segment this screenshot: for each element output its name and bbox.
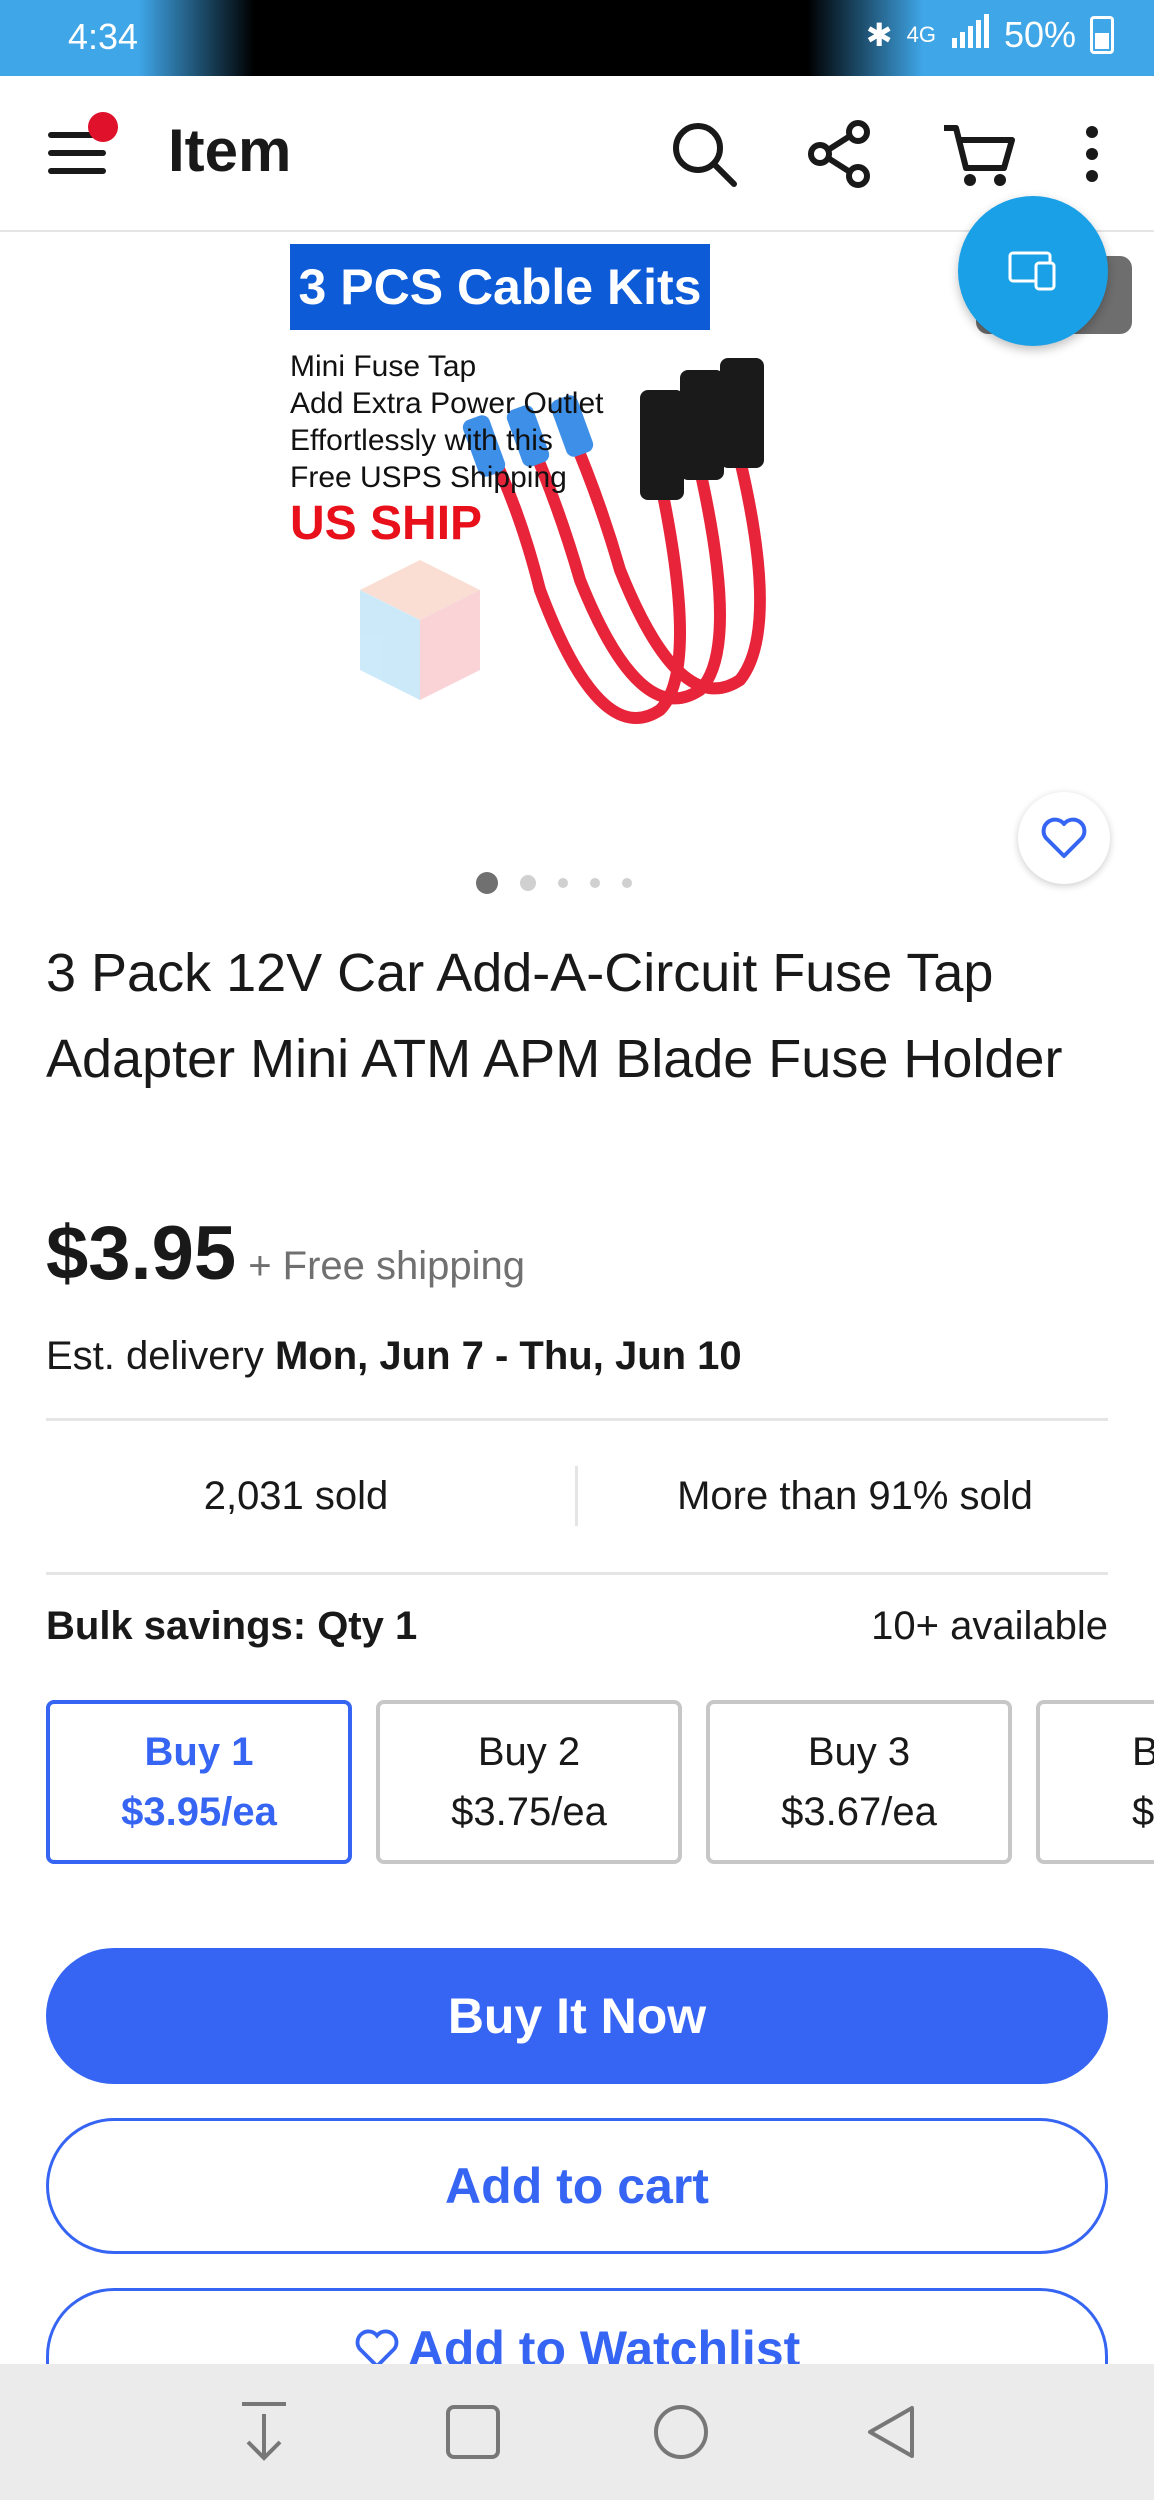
heart-icon <box>1041 817 1087 858</box>
divider <box>46 1572 1108 1575</box>
bulk-option-price: $3.67/ea <box>781 1790 937 1834</box>
carousel-dot[interactable] <box>558 878 568 888</box>
image-banner: 3 PCS Cable Kits <box>290 244 710 330</box>
image-line: Mini Fuse Tap <box>290 350 477 383</box>
carousel-dot[interactable] <box>590 878 600 888</box>
network-type-icon: 4G <box>906 22 936 47</box>
image-line: Add Extra Power Outlet <box>290 387 604 420</box>
product-title: 3 Pack 12V Car Add-A-Circuit Fuse Tap Ad… <box>46 943 1063 1089</box>
shipping-info: + Free shipping <box>248 1244 526 1288</box>
carousel-dot[interactable] <box>520 875 536 891</box>
bulk-option-1[interactable]: Buy 1 $3.95/ea <box>46 1700 352 1864</box>
recents-icon[interactable] <box>433 2392 513 2472</box>
home-icon[interactable] <box>641 2392 721 2472</box>
add-to-cart-button[interactable]: Add to cart <box>46 2118 1108 2254</box>
system-nav-bar <box>0 2364 1154 2500</box>
image-line: Effortlessly with this <box>290 424 553 457</box>
back-icon[interactable] <box>850 2392 930 2472</box>
image-line: Free USPS Shipping <box>290 461 567 494</box>
add-to-watchlist-button[interactable]: Add to Watchlist <box>46 2288 1108 2364</box>
status-icons: ✱ 4G 50% <box>866 14 1114 56</box>
app-bar: Item <box>0 76 1154 232</box>
page-title: Item <box>168 117 292 184</box>
bulk-savings-label: Bulk savings: Qty 1 <box>46 1604 418 1648</box>
buy-it-now-button[interactable]: Buy It Now <box>46 1948 1108 2084</box>
image-red-text: US SHIP <box>290 497 483 550</box>
image-carousel-dots <box>476 872 632 894</box>
watchlist-content: Add to Watchlist <box>354 2320 801 2364</box>
carousel-dot[interactable] <box>622 878 632 888</box>
cast-button[interactable] <box>958 196 1108 346</box>
divider <box>46 1418 1108 1421</box>
bulk-option-price: $3.95/ea <box>121 1790 277 1834</box>
delivery-dates: Mon, Jun 7 - Thu, Jun 10 <box>274 1334 742 1378</box>
signal-icon <box>950 14 990 56</box>
delivery-estimate: Est. delivery Mon, Jun 7 - Thu, Jun 10 <box>46 1334 742 1379</box>
cast-icon <box>1008 251 1056 291</box>
bulk-option-4[interactable]: B $3. <box>1036 1700 1154 1864</box>
share-icon[interactable] <box>800 114 880 194</box>
download-icon[interactable] <box>224 2392 304 2472</box>
bluetooth-icon: ✱ <box>865 17 893 53</box>
bulk-option-label: B <box>1132 1730 1154 1774</box>
sold-percent: More than 91% sold <box>677 1474 1033 1518</box>
sold-count: 2,031 sold <box>203 1474 389 1518</box>
delivery-prefix: Est. delivery <box>46 1334 264 1378</box>
notification-dot <box>88 112 118 142</box>
bulk-option-label: Buy 2 <box>477 1730 581 1774</box>
favorite-button[interactable] <box>1018 792 1110 884</box>
bulk-option-price: $3.75/ea <box>451 1790 607 1834</box>
availability: 10+ available <box>871 1604 1108 1648</box>
heart-icon <box>355 2329 399 2364</box>
search-icon[interactable] <box>664 114 744 194</box>
battery-percent: 50% <box>1003 14 1076 55</box>
status-time: 4:34 <box>68 16 139 57</box>
price-row: $3.95 + Free shipping <box>46 1210 525 1297</box>
bulk-option-label: Buy 1 <box>144 1730 254 1774</box>
cart-icon[interactable] <box>938 114 1018 194</box>
carousel-dot[interactable] <box>476 872 498 894</box>
bulk-option-3[interactable]: Buy 3 $3.67/ea <box>706 1700 1012 1864</box>
more-options-icon[interactable] <box>1052 114 1132 194</box>
product-image[interactable]: 3 PCS Cable Kits Mini Fuse Tap Add Extra… <box>280 240 880 820</box>
image-text: Mini Fuse Tap Add Extra Power Outlet Eff… <box>290 348 603 496</box>
bulk-option-price: $3. <box>1132 1790 1154 1834</box>
status-bar: 4:34 ✱ 4G 50% <box>0 0 1154 76</box>
battery-icon <box>1090 16 1114 54</box>
watchlist-label: Add to Watchlist <box>407 2321 801 2364</box>
bulk-option-2[interactable]: Buy 2 $3.75/ea <box>376 1700 682 1864</box>
bulk-option-label: Buy 3 <box>807 1730 911 1774</box>
stats-separator <box>575 1466 578 1526</box>
price: $3.95 <box>46 1211 237 1296</box>
